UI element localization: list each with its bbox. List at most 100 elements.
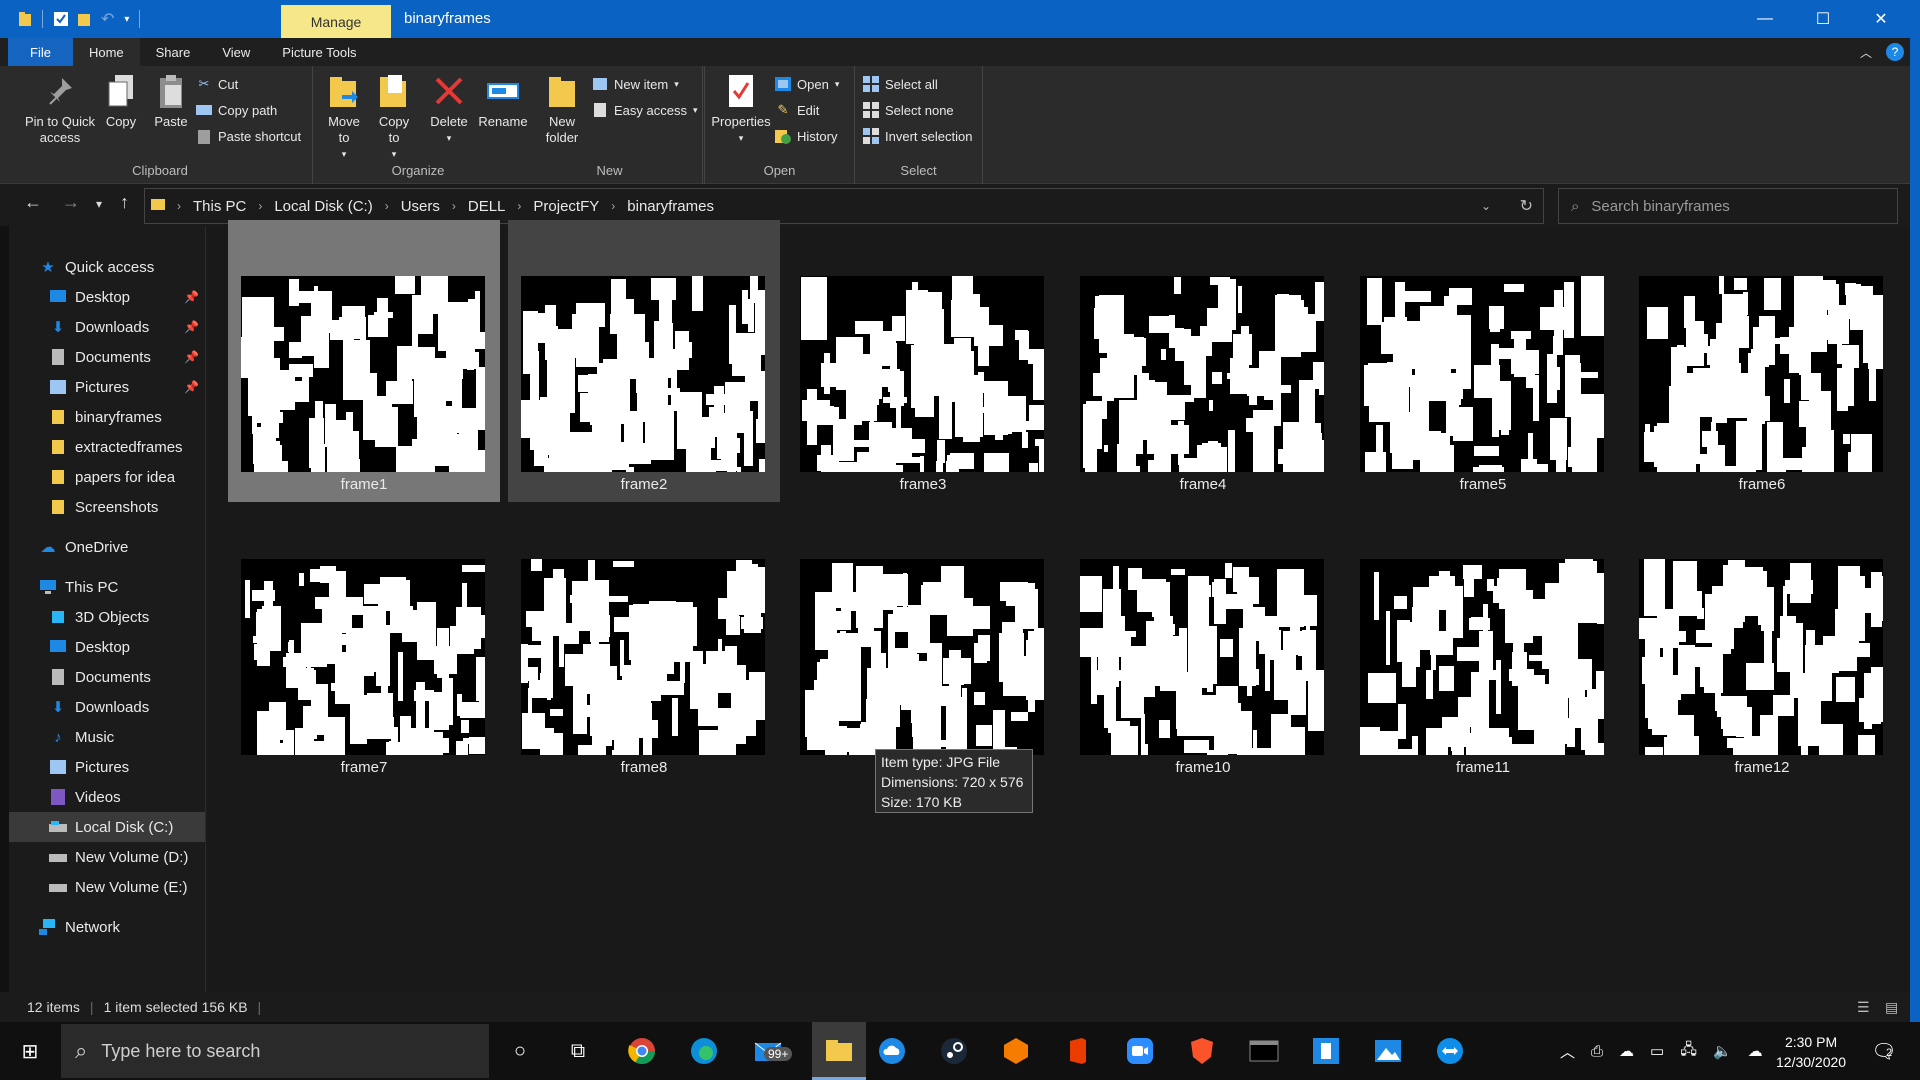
tab-share[interactable]: Share — [140, 38, 207, 66]
large-icons-view-icon[interactable]: ▤ — [1885, 999, 1898, 1016]
onedrive-tray-icon[interactable]: ☁ — [1748, 1042, 1763, 1060]
hexagon-app-icon[interactable] — [998, 1033, 1034, 1069]
undo-icon[interactable]: ↶ — [101, 9, 114, 29]
nav-local-disk-c[interactable]: Local Disk (C:) — [9, 812, 205, 842]
properties-icon[interactable] — [53, 11, 68, 27]
nav-pc-pictures[interactable]: Pictures — [9, 752, 205, 782]
file-thumbnail[interactable]: frame5 — [1347, 220, 1619, 502]
copy-button[interactable]: Copy — [96, 72, 146, 130]
tab-home[interactable]: Home — [72, 38, 140, 66]
move-to-button[interactable]: Move to ▾ — [319, 72, 369, 162]
nav-this-pc[interactable]: This PC — [9, 572, 205, 602]
breadcrumb-dell[interactable]: DELL — [462, 198, 512, 215]
breadcrumb-this-pc[interactable]: This PC — [187, 198, 252, 215]
windows-start-icon[interactable]: ⊞ — [12, 1033, 48, 1069]
nav-onedrive[interactable]: ☁ OneDrive — [9, 532, 205, 562]
nav-pc-documents[interactable]: Documents — [9, 662, 205, 692]
copy-path-button[interactable]: Copy path — [196, 102, 277, 118]
nav-desktop[interactable]: Desktop 📌 — [9, 282, 205, 312]
breadcrumb-users[interactable]: Users — [395, 198, 446, 215]
nav-pc-downloads[interactable]: ⬇ Downloads — [9, 692, 205, 722]
meet-now-icon[interactable]: ⎙ — [1591, 1043, 1603, 1060]
chrome-icon[interactable] — [624, 1033, 660, 1069]
file-thumbnail[interactable]: frame4 — [1067, 220, 1339, 502]
new-folder-icon[interactable] — [77, 11, 91, 27]
cloud-sync-icon[interactable]: ☁ — [1619, 1042, 1634, 1060]
nav-binaryframes[interactable]: binaryframes — [9, 402, 205, 432]
customize-toolbar-icon[interactable]: ▾ — [124, 14, 129, 25]
file-thumbnail[interactable]: frame11 — [1347, 503, 1619, 785]
nav-quick-access[interactable]: ★ Quick access — [9, 252, 205, 282]
taskbar-search-input[interactable]: ⌕ Type here to search — [61, 1024, 489, 1078]
collapse-ribbon-icon[interactable]: ︿ — [1860, 44, 1872, 61]
nav-papers-for-idea[interactable]: papers for idea — [9, 462, 205, 492]
nav-new-volume-d[interactable]: New Volume (D:) — [9, 842, 205, 872]
battery-icon[interactable]: ▭ — [1650, 1042, 1664, 1060]
open-button[interactable]: Open ▾ — [775, 76, 839, 92]
nav-videos[interactable]: Videos — [9, 782, 205, 812]
edge-icon[interactable] — [686, 1033, 722, 1069]
cortana-icon[interactable]: ○ — [502, 1033, 538, 1069]
teamviewer-icon[interactable] — [1432, 1033, 1468, 1069]
delete-button[interactable]: Delete ▾ — [423, 72, 475, 146]
office-icon[interactable] — [1060, 1033, 1096, 1069]
nav-pc-desktop[interactable]: Desktop — [9, 632, 205, 662]
file-thumbnail[interactable]: frame12 — [1626, 503, 1898, 785]
close-button[interactable]: ✕ — [1852, 0, 1910, 38]
properties-button[interactable]: Properties ▾ — [709, 72, 773, 146]
minimize-button[interactable]: — — [1736, 0, 1794, 38]
file-thumbnail[interactable]: frame7 — [228, 503, 500, 785]
easy-access-button[interactable]: Easy access ▾ — [592, 102, 698, 118]
search-input[interactable]: ⌕ Search binaryframes — [1558, 188, 1898, 224]
file-thumbnail[interactable]: frame8 — [508, 503, 780, 785]
pin-quick-access-button[interactable]: Pin to Quick access — [14, 72, 106, 146]
store-icon[interactable] — [1308, 1033, 1344, 1069]
network-tray-icon[interactable]: 🖧 — [1680, 1039, 1697, 1064]
nav-network[interactable]: Network — [9, 912, 205, 942]
nav-screenshots[interactable]: Screenshots — [9, 492, 205, 522]
breadcrumb-local-disk[interactable]: Local Disk (C:) — [268, 198, 378, 215]
file-thumbnail[interactable]: frame10 — [1067, 503, 1339, 785]
rename-button[interactable]: Rename — [475, 72, 531, 130]
new-item-button[interactable]: New item ▾ — [592, 76, 679, 92]
file-thumbnail[interactable]: frame9 — [787, 503, 1059, 785]
select-all-button[interactable]: Select all — [863, 76, 938, 92]
up-arrow-icon[interactable]: ↑ — [120, 192, 129, 213]
invert-selection-button[interactable]: Invert selection — [863, 128, 972, 144]
nav-pictures[interactable]: Pictures 📌 — [9, 372, 205, 402]
address-bar[interactable]: › This PC › Local Disk (C:) › Users › DE… — [144, 188, 1544, 224]
zoom-icon[interactable] — [1122, 1033, 1158, 1069]
breadcrumb-projectfy[interactable]: ProjectFY — [527, 198, 605, 215]
tab-view[interactable]: View — [206, 38, 266, 66]
paste-shortcut-button[interactable]: Paste shortcut — [196, 128, 301, 144]
notifications-icon[interactable]: 🗨 2 — [1866, 1033, 1902, 1069]
show-hidden-icons-icon[interactable]: ︿ — [1560, 1041, 1575, 1062]
help-icon[interactable]: ? — [1886, 43, 1904, 61]
details-view-icon[interactable]: ☰ — [1857, 999, 1870, 1016]
refresh-icon[interactable]: ↻ — [1520, 196, 1533, 216]
file-thumbnail[interactable]: frame3 — [787, 220, 1059, 502]
nav-new-volume-e[interactable]: New Volume (E:) — [9, 872, 205, 902]
paste-button[interactable]: Paste — [146, 72, 196, 130]
cloud-upload-icon[interactable] — [874, 1033, 910, 1069]
terminal-icon[interactable] — [1246, 1033, 1282, 1069]
new-folder-button[interactable]: New folder — [534, 72, 590, 146]
tab-file[interactable]: File — [8, 38, 73, 66]
edit-button[interactable]: ✎ Edit — [775, 102, 820, 118]
nav-extractedframes[interactable]: extractedframes — [9, 432, 205, 462]
recent-locations-icon[interactable]: ▾ — [96, 197, 102, 211]
nav-music[interactable]: ♪ Music — [9, 722, 205, 752]
nav-downloads[interactable]: ⬇ Downloads 📌 — [9, 312, 205, 342]
file-thumbnail[interactable]: frame2 — [508, 220, 780, 502]
breadcrumb-binaryframes[interactable]: binaryframes — [621, 198, 720, 215]
photos-icon[interactable] — [1370, 1033, 1406, 1069]
back-arrow-icon[interactable]: ← — [24, 192, 42, 213]
nav-documents[interactable]: Documents 📌 — [9, 342, 205, 372]
taskbar-clock[interactable]: 2:30 PM 12/30/2020 — [1776, 1032, 1846, 1072]
steam-icon[interactable] — [936, 1033, 972, 1069]
history-button[interactable]: History — [775, 128, 837, 144]
copy-to-button[interactable]: Copy to ▾ — [369, 72, 419, 162]
file-thumbnail[interactable]: frame6 — [1626, 220, 1898, 502]
maximize-button[interactable]: ☐ — [1794, 0, 1852, 38]
cut-button[interactable]: ✂ Cut — [196, 76, 239, 92]
